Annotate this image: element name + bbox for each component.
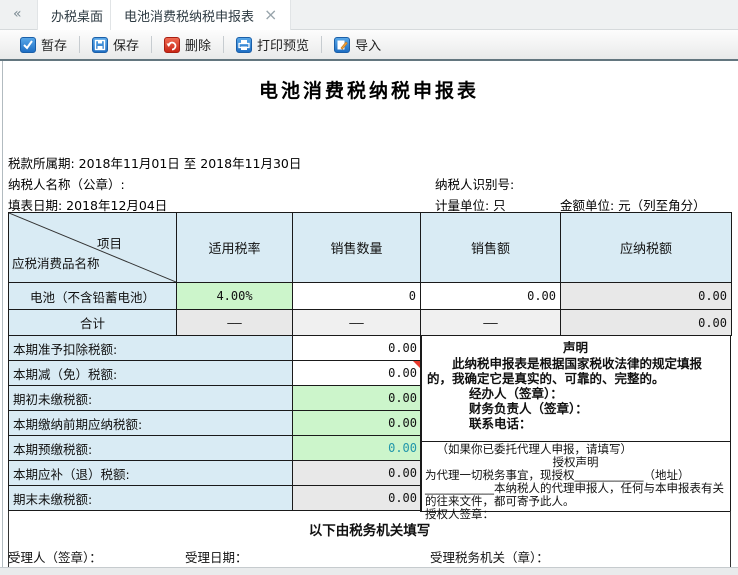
- content-left-border: [2, 61, 3, 575]
- acceptance-date-label: 受理日期：: [185, 547, 248, 566]
- import-pencil-icon: [334, 37, 350, 53]
- table-row-total: 合计 —— —— —— 0.00: [9, 310, 732, 336]
- tab-bar: « 办税桌面 电池消费税纳税申报表 ×: [0, 0, 738, 30]
- declaration-box: 声明 此纳税申报表是根据国家税收法律的规定填报的，我确定它是真实的、可靠的、完整…: [420, 335, 731, 442]
- detail-label: 本期预缴税额:: [9, 436, 293, 461]
- tempsave-check-icon: [20, 37, 36, 53]
- tab-tax-desktop[interactable]: 办税桌面: [37, 0, 117, 30]
- detail-label: 本期应补（退）税额:: [9, 461, 293, 486]
- tab-label: 办税桌面: [51, 6, 103, 25]
- row-label: 电池（不含铅蓄电池）: [9, 283, 177, 310]
- import-button[interactable]: 导入: [322, 35, 393, 54]
- column-header-sales: 销售额: [421, 213, 561, 283]
- tempsave-button[interactable]: 暂存: [8, 35, 79, 54]
- finance-officer-label: 财务负责人（签章）：: [469, 401, 724, 416]
- import-label: 导入: [355, 35, 381, 54]
- detail-value-input[interactable]: 0.00: [293, 336, 422, 361]
- column-header-rate: 适用税率: [177, 213, 293, 283]
- declaration-body: 此纳税申报表是根据国家税收法律的规定填报的，我确定它是真实的、可靠的、完整的。: [427, 356, 724, 386]
- app-window: « 办税桌面 电池消费税纳税申报表 × 暂存 保存 删除: [0, 0, 738, 575]
- detail-label: 本期准予扣除税额:: [9, 336, 293, 361]
- acceptor-label: 受理人（签章）：: [8, 547, 102, 566]
- detail-row: 本期缴纳前期应纳税额: 0.00: [9, 411, 422, 436]
- print-preview-button[interactable]: 打印预览: [224, 35, 321, 54]
- delete-button[interactable]: 删除: [152, 35, 223, 54]
- sales-cell[interactable]: 0.00: [421, 283, 561, 310]
- detail-row: 期初未缴税额: 0.00: [9, 386, 422, 411]
- detail-label: 本期缴纳前期应纳税额:: [9, 411, 293, 436]
- detail-value: 0.00: [293, 436, 422, 461]
- accepting-authority-label: 受理税务机关（章）：: [430, 547, 549, 566]
- detail-value: 0.00: [293, 461, 422, 486]
- table-row-battery: 电池（不含铅蓄电池） 4.00% 0 0.00 0.00: [9, 283, 732, 310]
- tab-battery-tax-form[interactable]: 电池消费税纳税申报表 ×: [110, 0, 291, 30]
- save-label: 保存: [113, 35, 139, 54]
- tax-period: 税款所属期: 2018年11月01日 至 2018年11月30日: [8, 153, 301, 172]
- save-button[interactable]: 保存: [80, 35, 151, 54]
- agent-signature-label: 经办人（签章）：: [469, 386, 724, 401]
- tax-cell: 0.00: [561, 283, 732, 310]
- corner-bottom-label: 应税消费品名称: [12, 253, 100, 272]
- taxpayer-id-label: 纳税人识别号:: [435, 174, 514, 193]
- page-title: 电池消费税纳税申报表: [0, 76, 738, 103]
- rate-cell[interactable]: 4.00%: [177, 283, 293, 310]
- detail-row: 期末未缴税额: 0.00: [9, 486, 422, 511]
- bottom-strip: [0, 567, 738, 575]
- rate-cell: ——: [177, 310, 293, 336]
- corner-top-label: 项目: [97, 233, 122, 252]
- detail-value: 0.00: [293, 486, 422, 511]
- toolbar: 暂存 保存 删除 打印预览 导入: [0, 30, 738, 61]
- delete-label: 删除: [185, 35, 211, 54]
- detail-value: 0.00: [293, 411, 422, 436]
- tax-cell: 0.00: [561, 310, 732, 336]
- collapse-tabs-icon[interactable]: «: [13, 6, 22, 22]
- detail-table: 本期准予扣除税额: 0.00 本期减（免）税额: 0.00 期初未缴税额: 0.…: [8, 335, 422, 511]
- detail-row: 本期预缴税额: 0.00: [9, 436, 422, 461]
- authorization-box: （如果你已委托代理人申报，请填写） 授权声明 为代理一切税务事宜，现授权____…: [420, 441, 731, 512]
- tempsave-label: 暂存: [41, 35, 67, 54]
- tab-label: 电池消费税纳税申报表: [124, 6, 254, 25]
- taxpayer-name-label: 纳税人名称（公章）:: [8, 174, 125, 193]
- authorization-body: 为代理一切税务事宜，现授权____________（地址）___________…: [425, 468, 724, 508]
- print-preview-label: 打印预览: [257, 35, 309, 54]
- detail-row: 本期减（免）税额: 0.00: [9, 361, 422, 386]
- contact-phone-label: 联系电话：: [469, 416, 724, 431]
- detail-label: 本期减（免）税额:: [9, 361, 293, 386]
- detail-label: 期末未缴税额:: [9, 486, 293, 511]
- corner-header-cell: 项目 应税消费品名称: [9, 213, 177, 283]
- tax-table: 项目 应税消费品名称 适用税率 销售数量 销售额 应纳税额 电池（不含铅蓄电池）…: [8, 212, 732, 336]
- print-preview-icon: [236, 37, 252, 53]
- detail-row: 本期准予扣除税额: 0.00: [9, 336, 422, 361]
- sales-cell: ——: [421, 310, 561, 336]
- declaration-heading: 声明: [427, 340, 724, 356]
- quantity-cell: ——: [293, 310, 421, 336]
- row-label: 合计: [9, 310, 177, 336]
- detail-label: 期初未缴税额:: [9, 386, 293, 411]
- quantity-cell[interactable]: 0: [293, 283, 421, 310]
- column-header-tax: 应纳税额: [561, 213, 732, 283]
- column-header-quantity: 销售数量: [293, 213, 421, 283]
- authority-section-heading: 以下由税务机关填写: [8, 519, 731, 539]
- delete-undo-icon: [164, 37, 180, 53]
- detail-value-input[interactable]: 0.00: [293, 361, 422, 386]
- detail-value: 0.00: [293, 386, 422, 411]
- detail-row: 本期应补（退）税额: 0.00: [9, 461, 422, 486]
- save-floppy-icon: [92, 37, 108, 53]
- close-icon[interactable]: ×: [264, 7, 277, 23]
